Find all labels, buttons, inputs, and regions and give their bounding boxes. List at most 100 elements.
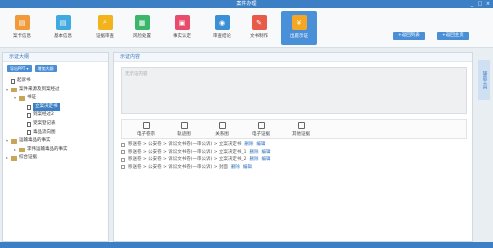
- attach-label: 关系图: [215, 132, 229, 137]
- edit-link[interactable]: 编辑: [262, 156, 271, 164]
- edit-link[interactable]: 编辑: [262, 149, 271, 157]
- tree-node[interactable]: ▸ 综合证据: [6, 154, 105, 163]
- basic-info-icon: ▤: [55, 15, 71, 30]
- back-to-home-button[interactable]: +返回主页: [437, 32, 469, 40]
- tree-node[interactable]: ▾ 案件来源及到案经过: [6, 86, 105, 95]
- tree-node[interactable]: 起诉书: [6, 77, 105, 86]
- toolbar-court-evidence-button[interactable]: ¥ 出庭示证: [281, 11, 317, 45]
- side-tools-tab[interactable]: 辅助工具: [478, 60, 490, 100]
- tree-node-label: 受案登记表: [33, 120, 56, 126]
- folder-icon: [19, 96, 25, 101]
- attachment-toolbar: 电子卷宗 轨迹图 关系图 电子证据 其他证据: [121, 119, 467, 139]
- content-textarea[interactable]: 无示证内容: [121, 67, 467, 114]
- outline-actions: 导出PPT ▾ 增加大纲: [3, 62, 108, 75]
- row-checkbox[interactable]: [121, 150, 125, 155]
- tree-node[interactable]: 到案经过2: [6, 111, 105, 120]
- minimize-icon[interactable]: _: [469, 1, 475, 7]
- evidence-row: 移送卷 > 公安卷 > 诉讼文书卷(一审公诉) > 立案决定书_1 删除 编辑: [121, 149, 461, 157]
- evidence-path: 移送卷 > 公安卷 > 诉讼文书卷(一审公诉) > 立案决定书_1: [128, 149, 247, 155]
- close-icon[interactable]: ×: [485, 1, 491, 7]
- attach-other-evidence-button[interactable]: 其他证据: [282, 122, 320, 137]
- tree-node-label: 案件来源及到案经过: [19, 86, 60, 92]
- back-to-list-button[interactable]: +返回列表: [393, 32, 425, 40]
- tree-node-label: 运输毒品的事实: [19, 138, 51, 144]
- relation-graph-icon: [218, 122, 226, 129]
- toolbar-item-label: 证据审查: [96, 34, 114, 39]
- case-card-icon: ▤: [14, 15, 30, 30]
- window-titlebar: 案件办理 _ □ ×: [0, 0, 493, 8]
- row-checkbox[interactable]: [121, 165, 125, 170]
- export-ppt-button[interactable]: 导出PPT ▾: [7, 65, 32, 72]
- evidence-review-icon: ⌕: [97, 15, 113, 30]
- maximize-icon[interactable]: □: [477, 1, 483, 7]
- delete-link[interactable]: 删除: [250, 156, 259, 164]
- e-dossier-icon: [142, 122, 150, 129]
- tree-node[interactable]: 毒品流向图: [6, 129, 105, 138]
- court-evidence-icon: ¥: [291, 15, 307, 30]
- outline-tree: 起诉书 ▾ 案件来源及到案经过 ▾ 书证 立案决定书 到案经过2 受案登记表毒品流向图 ▾ 运输毒…: [3, 75, 108, 165]
- trajectory-map-icon: [180, 122, 188, 129]
- toolbar-item-label: 风险处置: [133, 34, 151, 39]
- row-checkbox[interactable]: [121, 142, 125, 147]
- delete-link[interactable]: 删除: [250, 149, 259, 157]
- e-evidence-icon: [257, 122, 265, 129]
- attach-label: 其他证据: [292, 132, 310, 137]
- attach-e-evidence-button[interactable]: 电子证据: [242, 122, 280, 137]
- document-icon: [11, 78, 15, 84]
- row-checkbox[interactable]: [121, 157, 125, 162]
- outline-panel-title: 示证大纲: [3, 53, 108, 62]
- attach-trajectory-map-button[interactable]: 轨迹图: [165, 122, 203, 137]
- toolbar-case-card-button[interactable]: ▤ 案卡信息: [4, 11, 40, 45]
- attach-e-dossier-button[interactable]: 电子卷宗: [127, 122, 165, 137]
- toolbar-evidence-review-button[interactable]: ⌕ 证据审查: [87, 11, 123, 45]
- document-icon: [27, 130, 31, 136]
- evidence-path: 移送卷 > 公安卷 > 诉讼文书卷(一审公诉) > 立案决定书: [128, 142, 242, 147]
- toolbar-risk-handling-button[interactable]: ▦ 风险处置: [124, 11, 160, 45]
- tree-node[interactable]: 立案决定书: [6, 102, 105, 112]
- toolbar-fact-finding-button[interactable]: ▣ 事实认定: [164, 11, 200, 45]
- evidence-path: 移送卷 > 公安卷 > 诉讼文书卷(一审公诉) > 立案决定书_2: [128, 157, 247, 162]
- tree-node[interactable]: ▾ 书证: [6, 94, 105, 103]
- edit-link[interactable]: 编辑: [256, 141, 265, 149]
- other-evidence-icon: [297, 122, 305, 129]
- folder-icon: [11, 87, 17, 93]
- attach-relation-graph-button[interactable]: 关系图: [203, 122, 241, 137]
- toolbar-document-making-button[interactable]: ✎ 文书制作: [241, 11, 277, 45]
- tree-node-label: 起诉书: [17, 78, 31, 83]
- window-title: 案件办理: [236, 1, 257, 7]
- tree-node-label: 李伟运输毒品的事实: [27, 146, 68, 152]
- evidence-path: 移送卷 > 公安卷 > 诉讼文书卷(一审公诉) > 封面: [128, 164, 228, 170]
- toolbar-item-label: 出庭示证: [290, 34, 308, 39]
- toolbar-review-conclusion-button[interactable]: ◉ 审查结论: [204, 11, 240, 45]
- tree-node[interactable]: ▾ 运输毒品的事实: [6, 137, 105, 146]
- tree-node-label: 综合证据: [19, 155, 37, 161]
- delete-link[interactable]: 删除: [244, 141, 253, 149]
- folder-icon: [11, 156, 17, 161]
- add-outline-button[interactable]: 增加大纲: [34, 65, 57, 72]
- attach-label: 电子证据: [252, 132, 270, 137]
- tree-node[interactable]: ▸ 李伟运输毒品的事实: [6, 146, 105, 155]
- content-panel-title: 示证内容: [114, 53, 472, 62]
- tree-node-label: 到案经过2: [33, 112, 54, 118]
- document-icon: [27, 104, 31, 110]
- outline-panel: 示证大纲 导出PPT ▾ 增加大纲 起诉书 ▾ 案件来源及到案经过 ▾ 书证 立案决定书到…: [2, 52, 109, 242]
- evidence-content-panel: 示证内容 无示证内容 电子卷宗 轨迹图 关系图 电子证据 其他证据 移送卷 > 公安卷 …: [113, 52, 473, 242]
- toolbar-item-label: 审查结论: [213, 34, 231, 39]
- window-controls: _ □ ×: [469, 0, 491, 8]
- folder-icon: [19, 147, 25, 153]
- attach-label: 轨迹图: [177, 132, 191, 137]
- delete-link[interactable]: 删除: [231, 164, 240, 172]
- document-icon: [27, 113, 31, 119]
- document-making-icon: ✎: [251, 15, 267, 30]
- evidence-row: 移送卷 > 公安卷 > 诉讼文书卷(一审公诉) > 封面 删除 编辑: [121, 164, 461, 172]
- main-toolbar: +返回列表 +返回主页 ▤ 案卡信息 ▤ 基本信息 ⌕ 证据审查 ▦ 风险处置 ▣ 事实认定 ◉ 审查…: [0, 8, 493, 48]
- toolbar-item-label: 事实认定: [173, 34, 191, 39]
- toolbar-basic-info-button[interactable]: ▤ 基本信息: [45, 11, 81, 45]
- evidence-row: 移送卷 > 公安卷 > 诉讼文书卷(一审公诉) > 立案决定书 删除 编辑: [121, 141, 461, 149]
- risk-handling-icon: ▦: [134, 15, 150, 30]
- evidence-row: 移送卷 > 公安卷 > 诉讼文书卷(一审公诉) > 立案决定书_2 删除 编辑: [121, 156, 461, 164]
- tree-node[interactable]: 受案登记表: [6, 120, 105, 129]
- edit-link[interactable]: 编辑: [243, 164, 252, 172]
- evidence-list: 移送卷 > 公安卷 > 诉讼文书卷(一审公诉) > 立案决定书 删除 编辑 移送卷 >…: [121, 141, 461, 171]
- document-icon: [27, 121, 31, 127]
